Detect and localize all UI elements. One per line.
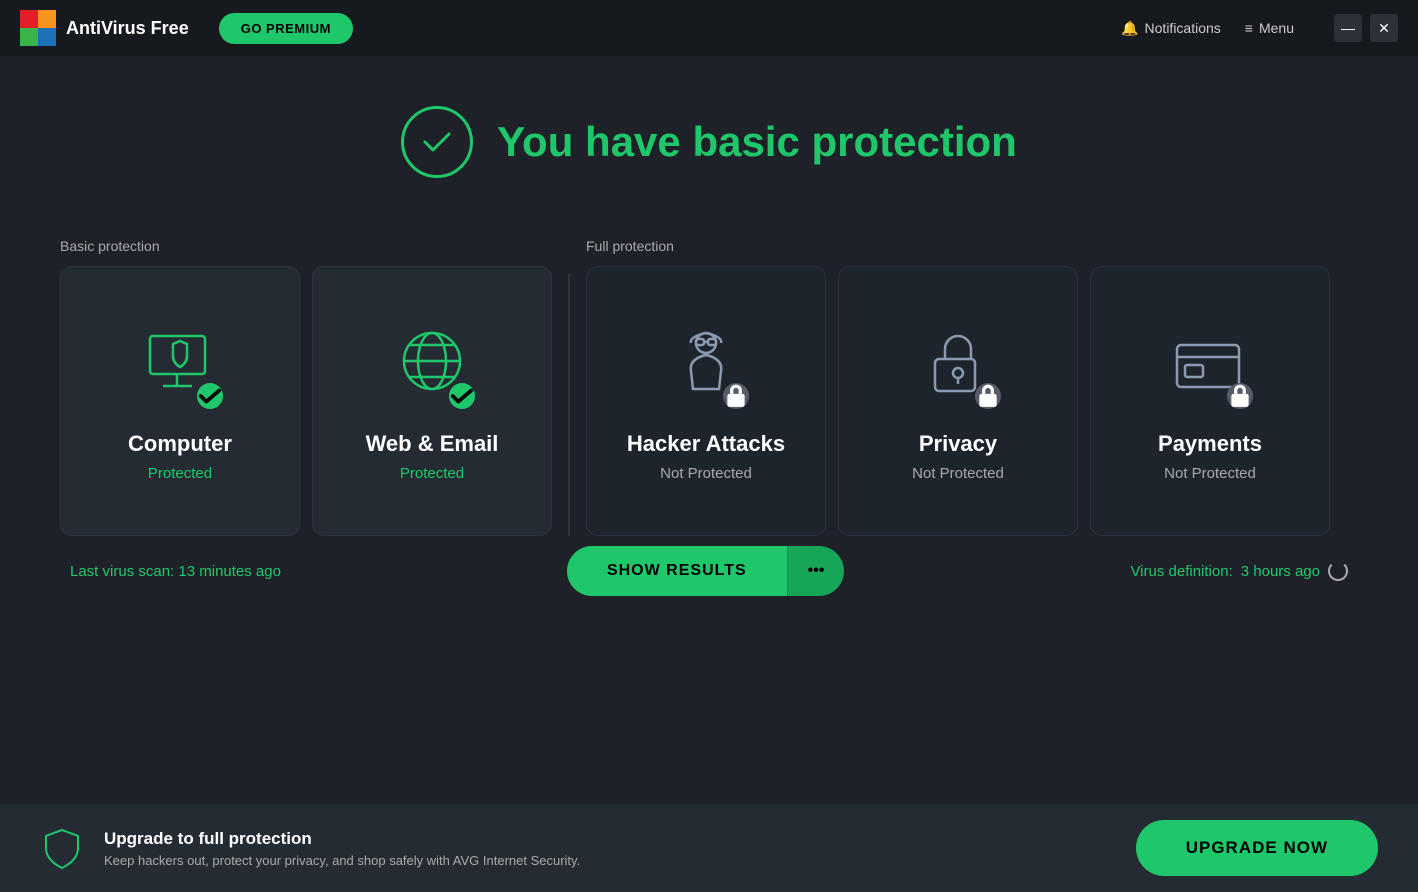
footer-upgrade-bar: Upgrade to full protection Keep hackers … xyxy=(0,804,1418,892)
upgrade-now-button[interactable]: UPGRADE NOW xyxy=(1136,820,1378,876)
web-email-card-status: Protected xyxy=(400,465,464,482)
notifications-button[interactable]: 🔔 Notifications xyxy=(1121,20,1221,37)
computer-card[interactable]: Computer Protected xyxy=(60,266,300,536)
privacy-card-status: Not Protected xyxy=(912,465,1004,482)
status-highlight: basic protection xyxy=(692,118,1016,165)
bell-icon: 🔔 xyxy=(1121,20,1138,37)
virus-def-label: Virus definition: xyxy=(1130,563,1232,580)
more-options-button[interactable]: ••• xyxy=(787,546,845,596)
menu-icon: ≡ xyxy=(1245,20,1253,36)
titlebar: AntiVirus Free GO PREMIUM 🔔 Notification… xyxy=(0,0,1418,56)
payments-card[interactable]: Payments Not Protected xyxy=(1090,266,1330,536)
scan-info: Last virus scan: 13 minutes ago xyxy=(70,563,281,580)
protection-area: Basic protection xyxy=(60,238,1358,536)
hacker-attacks-card[interactable]: Hacker Attacks Not Protected xyxy=(586,266,826,536)
window-controls: — ✕ xyxy=(1334,14,1398,42)
go-premium-button[interactable]: GO PREMIUM xyxy=(219,13,353,44)
privacy-icon xyxy=(913,321,1003,411)
virus-def-time: 3 hours ago xyxy=(1241,563,1320,580)
full-protection-label: Full protection xyxy=(586,238,1358,254)
status-circle xyxy=(401,106,473,178)
last-scan-label: Last virus scan: xyxy=(70,563,178,580)
refresh-icon[interactable] xyxy=(1328,561,1348,581)
computer-card-status: Protected xyxy=(148,465,212,482)
notifications-label: Notifications xyxy=(1145,20,1221,36)
minimize-button[interactable]: — xyxy=(1334,14,1362,42)
web-email-protected-badge xyxy=(449,383,475,409)
hacker-attacks-card-status: Not Protected xyxy=(660,465,752,482)
payments-lock-badge xyxy=(1227,383,1253,409)
avg-logo-icon xyxy=(20,10,56,46)
footer-title: Upgrade to full protection xyxy=(104,829,1116,849)
footer-text: Upgrade to full protection Keep hackers … xyxy=(104,829,1116,868)
footer-subtitle: Keep hackers out, protect your privacy, … xyxy=(104,853,1116,868)
status-header: You have basic protection xyxy=(60,106,1358,178)
show-results-button[interactable]: SHOW RESULTS xyxy=(567,546,787,596)
main-content: You have basic protection Basic protecti… xyxy=(0,56,1418,596)
logo-area: AntiVirus Free GO PREMIUM xyxy=(20,10,353,46)
status-text: You have basic protection xyxy=(497,118,1017,166)
app-title-label: AntiVirus Free xyxy=(66,18,189,39)
web-email-card[interactable]: Web & Email Protected xyxy=(312,266,552,536)
footer-shield-icon xyxy=(40,826,84,870)
show-results-group: SHOW RESULTS ••• xyxy=(567,546,845,596)
menu-label: Menu xyxy=(1259,20,1294,36)
basic-protection-label: Basic protection xyxy=(60,238,552,254)
web-email-icon xyxy=(387,321,477,411)
titlebar-right: 🔔 Notifications ≡ Menu — ✕ xyxy=(1121,14,1398,42)
privacy-card[interactable]: Privacy Not Protected xyxy=(838,266,1078,536)
last-scan-time: 13 minutes ago xyxy=(178,563,281,580)
hacker-attacks-lock-badge xyxy=(723,383,749,409)
privacy-lock-badge xyxy=(975,383,1001,409)
computer-protected-badge xyxy=(197,383,223,409)
hacker-attacks-card-name: Hacker Attacks xyxy=(627,431,785,457)
full-cards-group: Hacker Attacks Not Protected xyxy=(586,266,1358,536)
section-divider xyxy=(568,274,570,536)
checkmark-icon xyxy=(419,124,455,160)
virus-definition-info: Virus definition: 3 hours ago xyxy=(1130,561,1348,581)
payments-icon xyxy=(1165,321,1255,411)
hacker-attacks-icon xyxy=(661,321,751,411)
computer-icon xyxy=(135,321,225,411)
status-prefix: You have xyxy=(497,118,692,165)
bottom-bar: Last virus scan: 13 minutes ago SHOW RES… xyxy=(60,546,1358,596)
menu-button[interactable]: ≡ Menu xyxy=(1245,20,1294,36)
basic-cards-group: Computer Protected xyxy=(60,266,552,536)
web-email-card-name: Web & Email xyxy=(366,431,499,457)
full-protection-section: Full protection xyxy=(586,238,1358,536)
basic-protection-section: Basic protection xyxy=(60,238,552,536)
close-button[interactable]: ✕ xyxy=(1370,14,1398,42)
payments-card-status: Not Protected xyxy=(1164,465,1256,482)
